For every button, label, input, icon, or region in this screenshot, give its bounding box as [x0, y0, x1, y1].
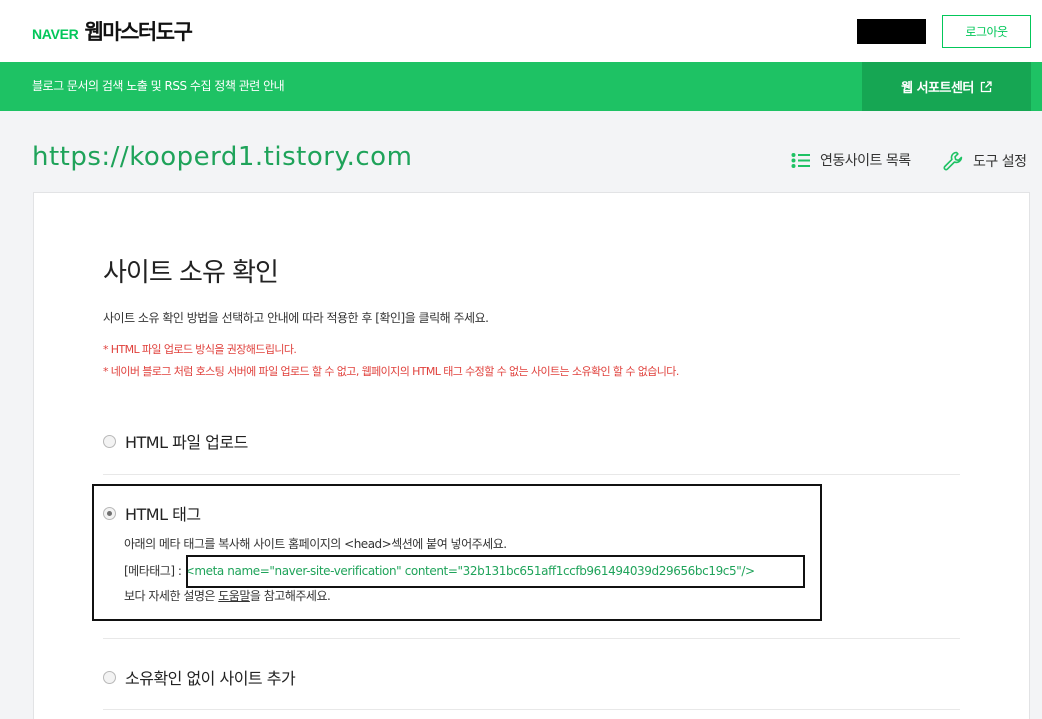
warning-text-1: * HTML 파일 업로드 방식을 권장해드립니다.	[103, 343, 297, 356]
option-label: 소유확인 없이 사이트 추가	[125, 669, 296, 688]
description-text: 사이트 소유 확인 방법을 선택하고 안내에 따라 적용한 후 [확인]을 클릭…	[103, 311, 489, 325]
linked-sites-button[interactable]: 연동사이트 목록	[791, 150, 911, 170]
linked-sites-label: 연동사이트 목록	[820, 153, 911, 169]
tool-settings-button[interactable]: 도구 설정	[942, 150, 1027, 172]
option-label: HTML 파일 업로드	[125, 433, 248, 452]
notice-bar: 블로그 문서의 검색 노출 및 RSS 수집 정책 관련 안내 웹 서포트센터	[0, 62, 1042, 111]
radio-button[interactable]	[103, 434, 116, 448]
support-center-button[interactable]: 웹 서포트센터	[862, 62, 1031, 111]
divider	[103, 474, 960, 475]
warning-text-2: * 네이버 블로그 처럼 호스팅 서버에 파일 업로드 할 수 없고, 웹페이지…	[103, 365, 679, 378]
divider	[103, 709, 960, 710]
option-html-file-upload[interactable]: HTML 파일 업로드	[103, 429, 248, 453]
radio-button[interactable]	[103, 670, 116, 684]
support-center-label: 웹 서포트센터	[901, 81, 974, 96]
logout-button[interactable]: 로그아웃	[942, 15, 1031, 48]
highlight-box-html-tag	[92, 484, 822, 621]
list-icon	[791, 152, 810, 168]
policy-notice-link[interactable]: 블로그 문서의 검색 노출 및 RSS 수집 정책 관련 안내	[32, 62, 285, 111]
site-url-title: https://kooperd1.tistory.com	[32, 142, 413, 172]
naver-logo: NAVER	[32, 26, 79, 42]
tool-settings-label: 도구 설정	[973, 154, 1027, 170]
redacted-user-info	[857, 19, 926, 44]
logo[interactable]: NAVER 웹마스터도구	[32, 16, 193, 46]
wrench-icon	[943, 151, 963, 171]
top-header: NAVER 웹마스터도구 로그아웃	[0, 0, 1042, 62]
option-add-without-verification[interactable]: 소유확인 없이 사이트 추가	[103, 665, 296, 689]
product-name: 웹마스터도구	[84, 20, 192, 44]
divider	[103, 638, 960, 639]
external-link-icon	[980, 80, 992, 92]
page-title: 사이트 소유 확인	[103, 258, 279, 288]
highlight-box-meta-tag	[186, 555, 805, 588]
